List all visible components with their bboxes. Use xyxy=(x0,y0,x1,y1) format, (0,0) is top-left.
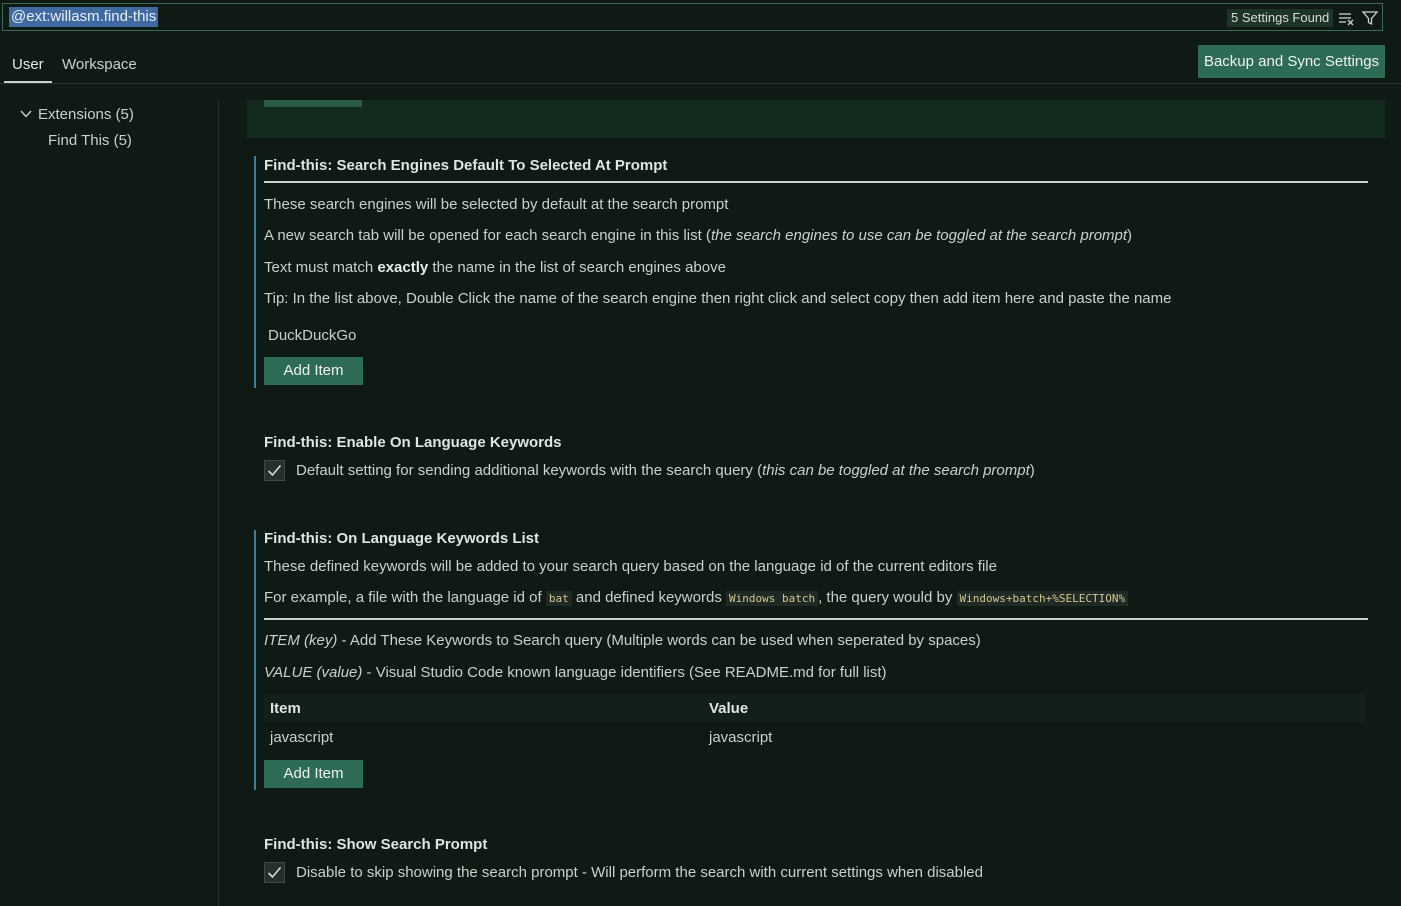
previous-add-button-stub[interactable] xyxy=(264,100,362,107)
setting-title-enable-keywords: Find-this: Enable On Language Keywords xyxy=(264,434,562,451)
setting-title-keywords-list: Find-this: On Language Keywords List xyxy=(264,530,540,547)
code-snippet: Windows batch xyxy=(725,591,819,606)
code-snippet: bat xyxy=(545,591,572,606)
tab-user[interactable]: User xyxy=(12,56,44,73)
filter-icon[interactable] xyxy=(1361,9,1379,27)
checkmark-icon xyxy=(267,866,282,879)
table-header: Item Value xyxy=(264,694,1366,722)
search-input[interactable]: @ext:willasm.find-this xyxy=(9,7,159,27)
toc-item-find-this[interactable]: Find This (5) xyxy=(48,132,132,149)
enable-keywords-checkbox[interactable] xyxy=(264,460,285,481)
setting-divider xyxy=(264,618,1368,620)
header-divider xyxy=(0,83,1401,84)
setting-description: Tip: In the list above, Double Click the… xyxy=(264,290,1172,307)
setting-description: Text must match exactly the name in the … xyxy=(264,259,726,276)
toc-item-extensions[interactable]: Extensions (5) xyxy=(20,106,134,123)
setting-title-show-prompt: Find-this: Show Search Prompt xyxy=(264,836,488,853)
column-header-item: Item xyxy=(270,700,301,717)
toc-extensions-label: Extensions (5) xyxy=(38,106,134,123)
table-cell-value: javascript xyxy=(709,729,773,746)
setting-focus-indicator xyxy=(254,156,256,388)
add-item-button[interactable]: Add Item xyxy=(264,760,363,788)
previous-setting-block xyxy=(247,100,1385,138)
chevron-down-icon[interactable] xyxy=(20,106,34,123)
setting-description: A new search tab will be opened for each… xyxy=(264,227,1133,244)
setting-description: These search engines will be selected by… xyxy=(264,196,729,213)
setting-focus-indicator xyxy=(254,530,256,790)
setting-description: ITEM (key) - Add These Keywords to Searc… xyxy=(264,632,981,649)
setting-title-search-engines-default: Find-this: Search Engines Default To Sel… xyxy=(264,157,668,174)
checkmark-icon xyxy=(267,464,282,477)
clear-filter-icon[interactable] xyxy=(1337,9,1355,27)
toc-divider xyxy=(218,100,219,906)
column-header-value: Value xyxy=(709,700,749,717)
checkbox-label: Default setting for sending additional k… xyxy=(296,462,1035,479)
results-count-badge: 5 Settings Found xyxy=(1227,9,1334,27)
list-item[interactable]: DuckDuckGo xyxy=(268,327,356,344)
code-snippet: Windows+batch+%SELECTION% xyxy=(956,591,1129,606)
show-prompt-checkbox[interactable] xyxy=(264,862,285,883)
tab-workspace[interactable]: Workspace xyxy=(62,56,137,73)
backup-sync-button[interactable]: Backup and Sync Settings xyxy=(1198,45,1385,78)
setting-description: For example, a file with the language id… xyxy=(264,589,1129,606)
setting-description: VALUE (value) - Visual Studio Code known… xyxy=(264,664,887,681)
checkbox-label: Disable to skip showing the search promp… xyxy=(296,864,983,881)
setting-divider xyxy=(264,181,1368,183)
add-item-button[interactable]: Add Item xyxy=(264,357,363,385)
settings-search-box[interactable]: @ext:willasm.find-this 5 Settings Found xyxy=(2,3,1383,31)
table-cell-item: javascript xyxy=(270,729,334,746)
setting-description: These defined keywords will be added to … xyxy=(264,558,997,575)
